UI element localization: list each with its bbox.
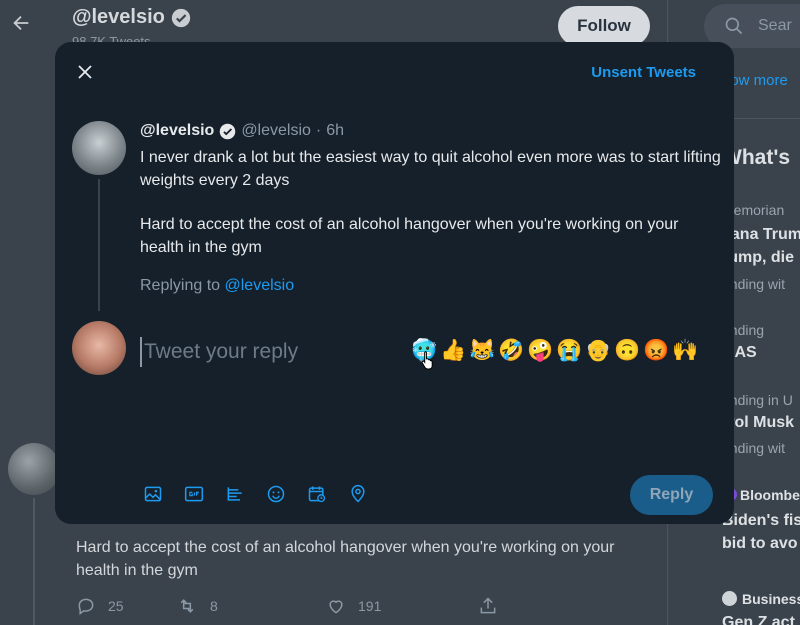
reply-icon (78, 598, 94, 615)
share-icon (480, 597, 496, 614)
news-source-logo-icon (722, 591, 737, 606)
emoji-option[interactable]: 🤣 (498, 338, 524, 364)
tweet-paragraph: I never drank a lot but the easiest way … (140, 149, 721, 189)
schedule-button[interactable] (307, 484, 327, 504)
emoji-option[interactable]: 😹 (469, 338, 495, 364)
back-arrow-icon[interactable] (10, 12, 32, 34)
close-button[interactable] (72, 59, 98, 85)
poll-icon (227, 487, 242, 501)
emoji-option[interactable]: 🙃 (614, 338, 640, 364)
tweet-body: I never drank a lot but the easiest way … (140, 146, 725, 280)
share-action[interactable] (478, 596, 498, 616)
tweet-header: @levelsio @levelsio · 6h (140, 122, 344, 140)
emoji-option[interactable]: 👴 (585, 338, 611, 364)
reply-modal: Unsent Tweets @levelsio @levelsio · 6h I… (55, 42, 734, 524)
thread-line (98, 179, 100, 311)
unsent-tweets-link[interactable]: Unsent Tweets (591, 64, 696, 81)
verified-badge-icon (220, 123, 236, 139)
search-icon (725, 17, 743, 35)
news-title[interactable]: bid to avo (722, 535, 798, 553)
current-user-avatar[interactable] (72, 321, 126, 375)
follow-button[interactable]: Follow (558, 6, 650, 46)
search-placeholder: Sear (758, 17, 792, 34)
verified-badge-icon (171, 8, 191, 27)
replying-to: Replying to @levelsio (140, 277, 295, 294)
gif-icon (184, 486, 204, 502)
calendar-clock-icon (308, 486, 326, 503)
like-action[interactable]: 191 (326, 596, 478, 616)
tweet-timestamp[interactable]: 6h (326, 122, 344, 140)
media-button[interactable] (143, 484, 163, 504)
emoji-option[interactable]: 🙌 (672, 338, 698, 364)
pointer-cursor-icon (421, 351, 433, 370)
compose-toolbar (143, 484, 368, 504)
emoji-option[interactable]: 😭 (556, 338, 582, 364)
avatar[interactable] (72, 121, 126, 175)
emoji-option[interactable]: 👍 (440, 338, 466, 364)
tweet-paragraph: Hard to accept the cost of an alcohol ha… (140, 216, 679, 256)
news-title[interactable]: Gen Z act (722, 614, 795, 625)
avatar[interactable] (8, 443, 60, 495)
background-tweet-text: Hard to accept the cost of an alcohol ha… (76, 539, 615, 579)
location-pin-icon (351, 484, 365, 503)
close-icon (78, 65, 92, 79)
news-source: Business (722, 591, 800, 607)
news-title[interactable]: Biden's fis (722, 512, 800, 530)
reply-action[interactable]: 25 (76, 596, 176, 616)
tweet-author-name[interactable]: @levelsio (140, 122, 214, 140)
thread-line (33, 498, 35, 625)
retweet-icon (180, 599, 194, 613)
image-icon (144, 486, 162, 502)
gif-button[interactable] (184, 484, 204, 504)
profile-name: @levelsio (72, 6, 191, 29)
poll-button[interactable] (225, 484, 245, 504)
replying-to-handle[interactable]: @levelsio (225, 277, 295, 294)
retweet-action[interactable]: 8 (176, 596, 326, 616)
heart-icon (329, 600, 343, 614)
tweet-author-handle[interactable]: @levelsio (241, 122, 311, 140)
emoji-button[interactable] (266, 484, 286, 504)
smiley-icon (267, 485, 285, 503)
location-button[interactable] (348, 484, 368, 504)
reply-button[interactable]: Reply (630, 475, 713, 515)
emoji-suggestions: 🥶 👍 😹 🤣 🤪 😭 👴 🙃 😡 🙌 (411, 338, 698, 364)
emoji-option[interactable]: 🤪 (527, 338, 553, 364)
reply-input[interactable] (140, 337, 410, 367)
separator-dot: · (315, 122, 322, 139)
tweet-actions: 25 8 191 (76, 596, 498, 616)
emoji-option[interactable]: 😡 (643, 338, 669, 364)
